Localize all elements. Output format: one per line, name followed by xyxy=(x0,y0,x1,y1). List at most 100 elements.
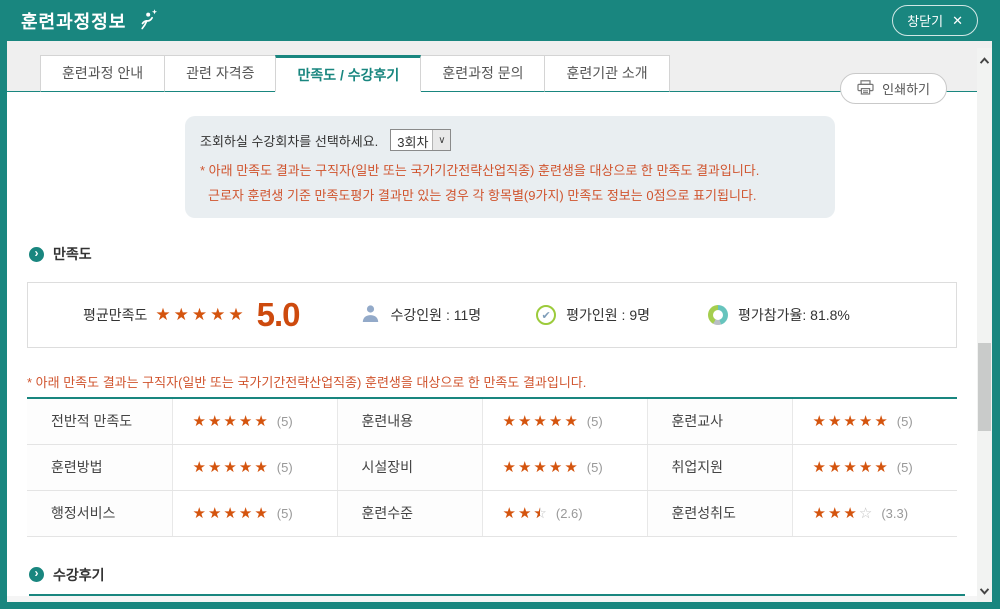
scrollbar-thumb[interactable] xyxy=(978,343,991,431)
metric-score-value: (5) xyxy=(277,460,293,475)
page-body: 조회하실 수강회차를 선택하세요. 3회차 ∨ * 아래 만족도 결과는 구직자… xyxy=(7,116,992,609)
star-full-icon: ★ xyxy=(859,412,872,430)
star-full-icon: ★ xyxy=(239,412,252,430)
star-full-icon: ★ xyxy=(503,458,516,476)
evaluated-count: ✔ 평가인원 : 9명 xyxy=(536,305,650,325)
session-select-prompt: 조회하실 수강회차를 선택하세요. xyxy=(200,131,378,150)
notice-line-2: 근로자 훈련생 기준 만족도평가 결과만 있는 경우 각 항목별(9가지) 만족… xyxy=(208,185,815,204)
metric-star-rating: ★★★★★(5) xyxy=(482,444,647,490)
metric-score-value: (2.6) xyxy=(556,506,583,521)
star-empty-icon: ☆ xyxy=(859,504,872,522)
star-full-icon: ★ xyxy=(518,504,531,522)
star-full-icon: ★ xyxy=(239,458,252,476)
metric-label: 훈련수준 xyxy=(337,490,482,536)
metric-label: 훈련성취도 xyxy=(647,490,792,536)
session-select[interactable]: 3회차 ∨ xyxy=(390,129,451,151)
metric-score-value: (5) xyxy=(587,460,603,475)
star-full-icon: ★ xyxy=(239,504,252,522)
metric-star-rating: ★★★☆(3.3) xyxy=(792,490,957,536)
star-full-icon: ★ xyxy=(813,458,826,476)
metric-star-rating: ★★★★★(5) xyxy=(792,444,957,490)
printer-icon xyxy=(857,80,874,98)
print-button-label: 인쇄하기 xyxy=(882,79,930,98)
chevron-down-icon: ∨ xyxy=(432,130,450,150)
metric-label: 훈련교사 xyxy=(647,398,792,444)
metric-label: 행정서비스 xyxy=(27,490,172,536)
metric-star-rating: ★★★★★(5) xyxy=(172,444,337,490)
star-full-icon: ★ xyxy=(254,412,267,430)
tab-3[interactable]: 만족도 / 수강후기 xyxy=(275,55,421,92)
star-full-icon: ★ xyxy=(174,305,189,325)
star-full-icon: ★ xyxy=(813,412,826,430)
star-full-icon: ★ xyxy=(518,412,531,430)
satisfaction-table-row: 훈련방법★★★★★(5)시설장비★★★★★(5)취업지원★★★★★(5) xyxy=(27,444,957,490)
star-full-icon: ★ xyxy=(518,458,531,476)
star-full-icon: ★ xyxy=(192,305,207,325)
close-window-label: 창닫기 xyxy=(907,11,943,30)
star-full-icon: ★ xyxy=(223,412,236,430)
metric-star-rating: ★★★★★(5) xyxy=(792,398,957,444)
star-full-icon: ★ xyxy=(843,412,856,430)
satisfaction-summary-box: 평균만족도 ★★★★★ 5.0 수강인원 : 11명 ✔ 평가인원 : 9명 xyxy=(27,282,957,348)
notice-box: 조회하실 수강회차를 선택하세요. 3회차 ∨ * 아래 만족도 결과는 구직자… xyxy=(185,116,835,218)
reviews-section-header: › 수강후기 xyxy=(29,565,965,596)
donut-chart-icon xyxy=(708,305,728,325)
person-icon xyxy=(360,303,381,327)
star-full-icon: ★ xyxy=(533,412,546,430)
metric-score-value: (5) xyxy=(277,414,293,429)
satisfaction-table-row: 행정서비스★★★★★(5)훈련수준★★☆★(2.6)훈련성취도★★★☆(3.3) xyxy=(27,490,957,536)
tab-bar: 훈련과정 안내관련 자격증만족도 / 수강후기훈련과정 문의훈련기관 소개 인쇄… xyxy=(7,41,992,92)
vertical-scrollbar[interactable] xyxy=(977,48,992,602)
metric-score-value: (3.3) xyxy=(881,506,908,521)
review-session-row: 3회차 수강후기 xyxy=(7,596,992,609)
enrolled-count: 수강인원 : 11명 xyxy=(360,303,482,327)
metric-label: 훈련방법 xyxy=(27,444,172,490)
star-full-icon: ★ xyxy=(503,504,516,522)
tab-2[interactable]: 관련 자격증 xyxy=(164,55,276,92)
star-full-icon: ★ xyxy=(843,458,856,476)
training-course-info-window: 훈련과정정보 창닫기 ✕ 훈련과정 안내관련 자격증만족도 / 수강후기훈련과정… xyxy=(0,0,1000,609)
average-satisfaction-value: 5.0 xyxy=(257,296,300,334)
star-full-icon: ★ xyxy=(223,504,236,522)
metric-label: 취업지원 xyxy=(647,444,792,490)
metric-label: 훈련내용 xyxy=(337,398,482,444)
flying-person-star-icon xyxy=(136,7,160,36)
star-full-icon: ★ xyxy=(828,504,841,522)
table-note: * 아래 만족도 결과는 구직자(일반 또는 국가기간전략산업직종) 훈련생을 … xyxy=(27,372,957,391)
reviews-section-title: 수강후기 xyxy=(53,565,105,585)
star-full-icon: ★ xyxy=(564,412,577,430)
scroll-up-icon[interactable] xyxy=(977,52,992,68)
notice-line-1: * 아래 만족도 결과는 구직자(일반 또는 국가기간전략산업직종) 훈련생을 … xyxy=(200,160,815,179)
participation-rate: 평가참가율: 81.8% xyxy=(708,305,850,325)
star-full-icon: ★ xyxy=(155,305,170,325)
satisfaction-section-title: 만족도 xyxy=(53,244,92,264)
tab-5[interactable]: 훈련기관 소개 xyxy=(544,55,669,92)
star-half-icon: ☆★ xyxy=(533,504,546,522)
section-arrow-icon: › xyxy=(29,247,44,262)
print-button[interactable]: 인쇄하기 xyxy=(840,73,947,104)
metric-star-rating: ★★★★★(5) xyxy=(482,398,647,444)
star-full-icon: ★ xyxy=(208,458,221,476)
participation-rate-label: 평가참가율: 81.8% xyxy=(738,305,850,325)
metric-score-value: (5) xyxy=(897,460,913,475)
metric-star-rating: ★★☆★(2.6) xyxy=(482,490,647,536)
star-full-icon: ★ xyxy=(549,458,562,476)
close-window-button[interactable]: 창닫기 ✕ xyxy=(892,5,978,36)
tab-4[interactable]: 훈련과정 문의 xyxy=(420,55,545,92)
star-full-icon: ★ xyxy=(813,504,826,522)
close-icon: ✕ xyxy=(952,13,963,29)
star-full-icon: ★ xyxy=(208,412,221,430)
check-circle-icon: ✔ xyxy=(536,305,556,325)
star-full-icon: ★ xyxy=(223,458,236,476)
scroll-down-icon[interactable] xyxy=(977,583,992,599)
star-full-icon: ★ xyxy=(254,458,267,476)
titlebar: 훈련과정정보 창닫기 ✕ xyxy=(7,0,992,41)
star-full-icon: ★ xyxy=(549,412,562,430)
star-full-icon: ★ xyxy=(208,504,221,522)
enrolled-count-label: 수강인원 : 11명 xyxy=(391,305,482,325)
metric-score-value: (5) xyxy=(587,414,603,429)
section-arrow-icon: › xyxy=(29,567,44,582)
tab-1[interactable]: 훈련과정 안내 xyxy=(40,55,165,92)
star-full-icon: ★ xyxy=(254,504,267,522)
average-star-rating: ★★★★★ xyxy=(155,305,246,325)
